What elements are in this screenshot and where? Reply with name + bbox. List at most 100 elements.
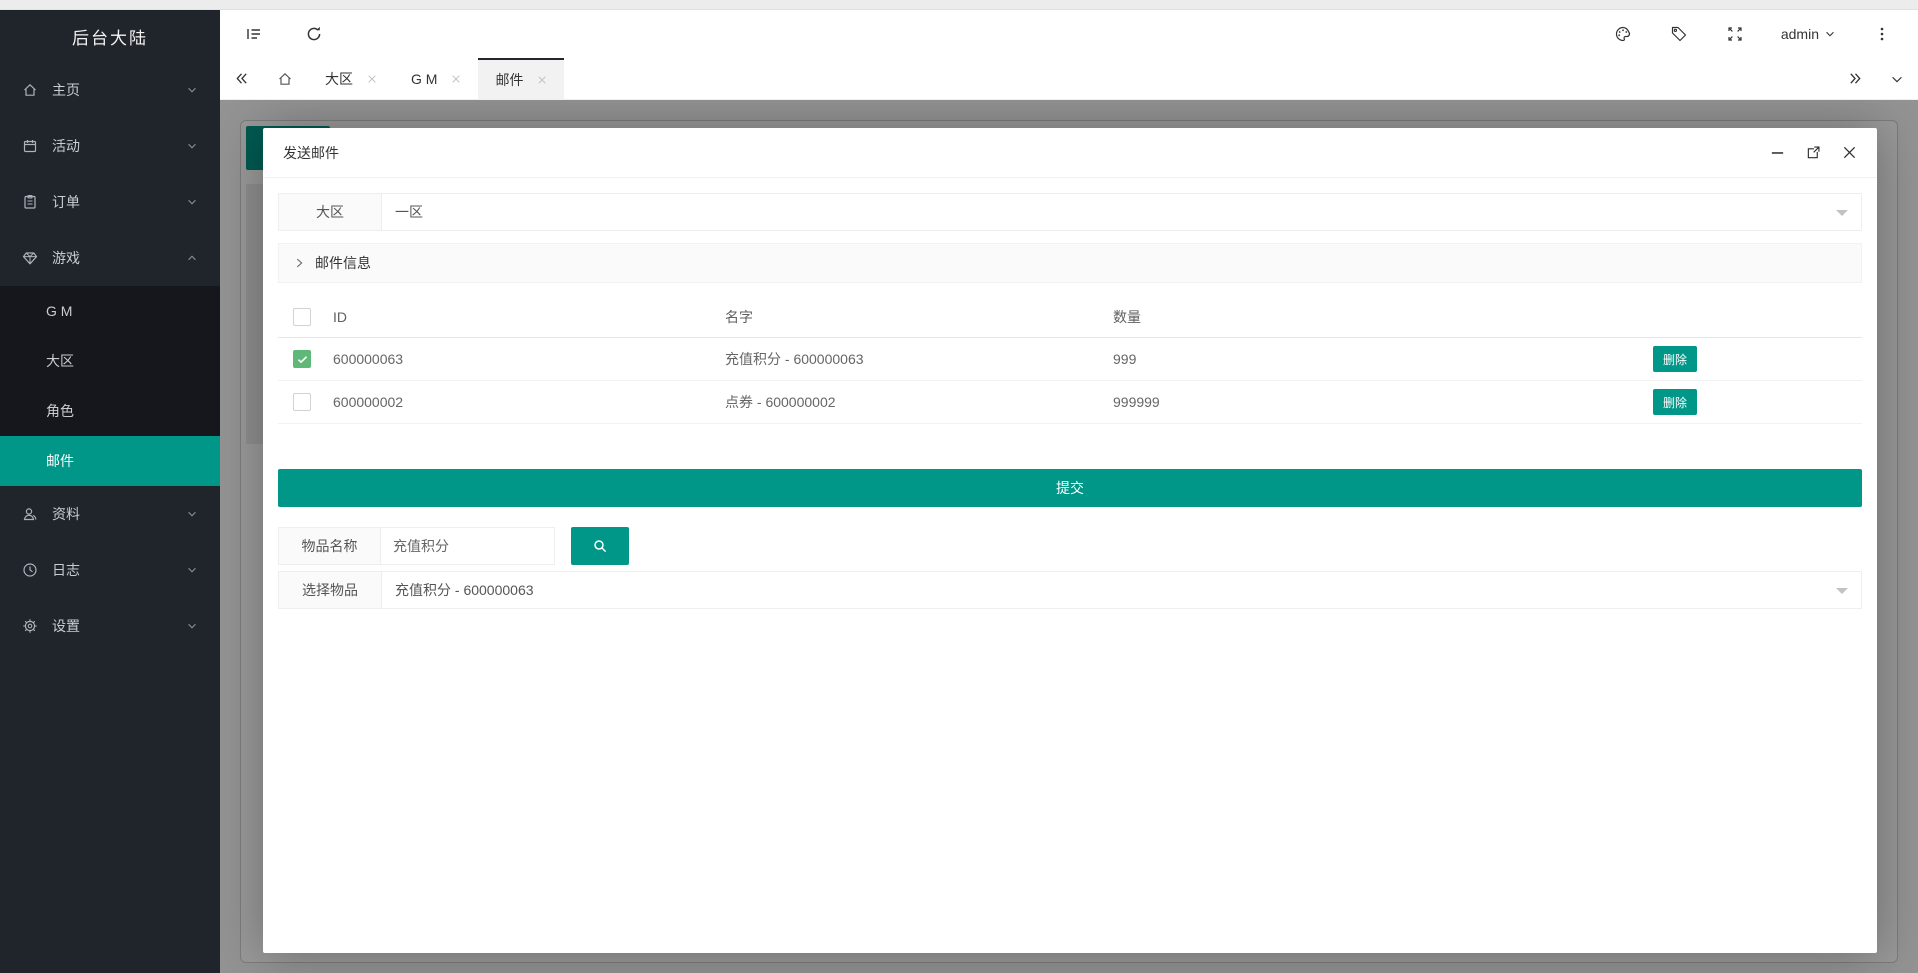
item-name-input[interactable] — [381, 527, 555, 565]
item-select[interactable]: 充值积分 - 600000063 — [382, 572, 1861, 608]
sidebar-item-profile[interactable]: 资料 — [0, 486, 220, 542]
sidebar-item-game[interactable]: 游戏 — [0, 230, 220, 286]
sidebar-item-label: 订单 — [52, 192, 80, 212]
chevron-down-icon — [186, 196, 198, 208]
region-select-row: 大区 一区 — [278, 193, 1862, 231]
sub-item-label: 大区 — [46, 351, 74, 371]
sidebar-item-gm[interactable]: G M — [0, 286, 220, 336]
delete-button[interactable]: 删除 — [1653, 346, 1697, 372]
row-checkbox[interactable] — [293, 350, 311, 368]
sidebar-submenu-game: G M 大区 角色 邮件 — [0, 286, 220, 486]
tabs-scroll-left-button[interactable] — [220, 58, 262, 99]
sidebar-item-label: 主页 — [52, 80, 80, 100]
table-header-row: ID 名字 数量 — [278, 297, 1862, 338]
modal-header: 发送邮件 — [263, 128, 1877, 178]
sidebar-item-mail[interactable]: 邮件 — [0, 436, 220, 486]
gear-icon — [22, 618, 38, 634]
browser-top-strip — [0, 0, 1918, 10]
tab-region[interactable]: 大区 — [308, 58, 394, 99]
sidebar-item-settings[interactable]: 设置 — [0, 598, 220, 654]
sidebar-item-label: 活动 — [52, 136, 80, 156]
calendar-icon — [22, 138, 38, 154]
sidebar-item-label: 日志 — [52, 560, 80, 580]
minimize-icon[interactable] — [1769, 145, 1785, 161]
refresh-icon[interactable] — [304, 24, 324, 44]
sidebar-item-label: 资料 — [52, 504, 80, 524]
tab-gm[interactable]: G M — [394, 58, 478, 99]
search-icon — [592, 538, 608, 554]
table-row: 600000063 充值积分 - 600000063 999 删除 — [278, 338, 1862, 381]
user-name: admin — [1781, 26, 1819, 42]
column-header-actions — [1488, 297, 1862, 338]
cell-qty: 999 — [1098, 338, 1488, 381]
close-icon[interactable] — [451, 74, 461, 84]
sidebar-item-orders[interactable]: 订单 — [0, 174, 220, 230]
order-icon — [22, 194, 38, 210]
tabs-menu-button[interactable] — [1876, 58, 1918, 99]
column-header-name: 名字 — [710, 297, 1098, 338]
select-all-checkbox[interactable] — [293, 308, 311, 326]
item-select-value: 充值积分 - 600000063 — [395, 580, 534, 600]
sub-item-label: 邮件 — [46, 451, 74, 471]
region-select-value: 一区 — [395, 202, 423, 222]
clock-icon — [22, 562, 38, 578]
chevron-down-icon — [186, 84, 198, 96]
palette-icon[interactable] — [1613, 24, 1633, 44]
cell-qty: 999999 — [1098, 381, 1488, 424]
chevron-up-icon — [186, 252, 198, 264]
cell-id: 600000002 — [318, 381, 710, 424]
close-icon[interactable] — [537, 75, 547, 85]
tab-label: 大区 — [325, 69, 353, 89]
sidebar-item-logs[interactable]: 日志 — [0, 542, 220, 598]
sidebar-item-label: 设置 — [52, 616, 80, 636]
mail-info-collapse[interactable]: 邮件信息 — [278, 243, 1862, 283]
chevron-down-icon — [186, 620, 198, 632]
region-select[interactable]: 一区 — [382, 194, 1861, 230]
app-title: 后台大陆 — [0, 10, 220, 62]
cell-name: 充值积分 - 600000063 — [710, 338, 1098, 381]
chevron-down-icon — [1836, 588, 1848, 594]
home-icon — [22, 82, 38, 98]
tab-label: 邮件 — [495, 70, 523, 90]
fullscreen-icon[interactable] — [1725, 24, 1745, 44]
toolbar: admin — [220, 10, 1918, 58]
more-vertical-icon[interactable] — [1872, 24, 1892, 44]
tab-bar: 大区 G M 邮件 — [220, 58, 1918, 100]
item-select-row: 选择物品 充值积分 - 600000063 — [278, 571, 1862, 609]
sidebar-item-role[interactable]: 角色 — [0, 386, 220, 436]
select-item-label: 选择物品 — [279, 572, 382, 608]
sub-item-label: 角色 — [46, 401, 74, 421]
mail-items-table: ID 名字 数量 600 — [278, 297, 1862, 424]
menu-fold-icon[interactable] — [244, 24, 264, 44]
tab-home[interactable] — [262, 58, 308, 99]
close-icon[interactable] — [1841, 145, 1857, 161]
sidebar-item-home[interactable]: 主页 — [0, 62, 220, 118]
profile-icon — [22, 506, 38, 522]
maximize-icon[interactable] — [1805, 145, 1821, 161]
table-row: 600000002 点券 - 600000002 999999 删除 — [278, 381, 1862, 424]
main-area: admin 大区 G M 邮件 — [220, 10, 1918, 973]
item-search-row: 物品名称 — [278, 527, 1862, 565]
sub-item-label: G M — [46, 303, 72, 319]
user-menu[interactable]: admin — [1781, 26, 1836, 42]
region-label: 大区 — [279, 194, 382, 230]
collapse-title: 邮件信息 — [315, 253, 371, 273]
game-icon — [22, 250, 38, 266]
modal-body: 大区 一区 邮件信息 — [263, 178, 1877, 624]
chevron-down-icon — [186, 564, 198, 576]
delete-button[interactable]: 删除 — [1653, 389, 1697, 415]
sidebar: 后台大陆 主页 活动 订单 游戏 G M 大区 — [0, 10, 220, 973]
sidebar-item-region[interactable]: 大区 — [0, 336, 220, 386]
search-button[interactable] — [571, 527, 629, 565]
chevron-right-icon — [293, 257, 305, 269]
submit-button[interactable]: 提交 — [278, 469, 1862, 507]
content-area: 发送邮件 大区 一区 — [220, 100, 1918, 973]
sidebar-item-activity[interactable]: 活动 — [0, 118, 220, 174]
tabs-scroll-right-button[interactable] — [1834, 58, 1876, 99]
tab-mail[interactable]: 邮件 — [478, 58, 564, 99]
sidebar-item-label: 游戏 — [52, 248, 80, 268]
tag-icon[interactable] — [1669, 24, 1689, 44]
row-checkbox[interactable] — [293, 393, 311, 411]
close-icon[interactable] — [367, 74, 377, 84]
chevron-down-icon — [186, 508, 198, 520]
